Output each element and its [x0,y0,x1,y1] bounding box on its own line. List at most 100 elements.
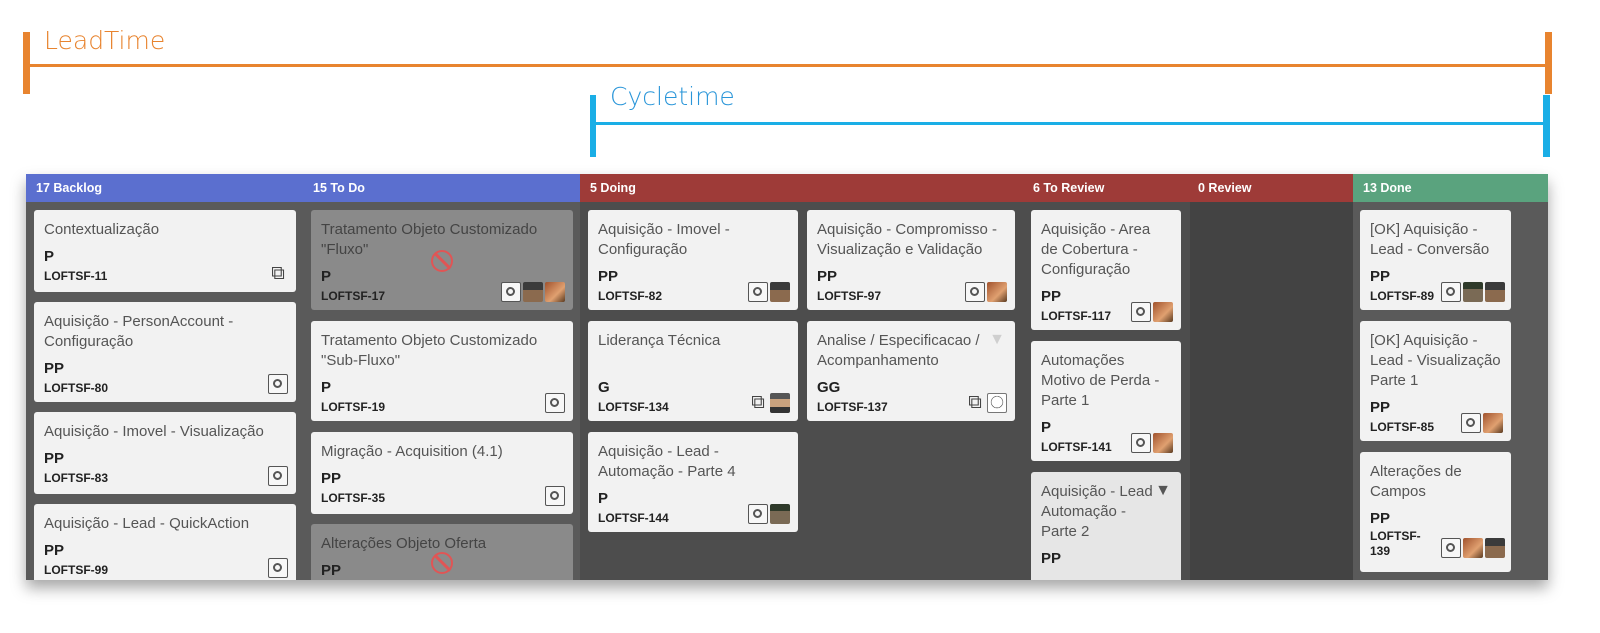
card-loftsf-144[interactable]: Aquisição - Lead - Automação - Parte 4 P… [588,432,798,532]
sync-icon[interactable]: ⧉ [268,264,288,284]
gear-icon[interactable] [1441,538,1461,558]
card-lead-automacao-parte-2[interactable]: Aquisição - Lead Automação - Parte 2 ▼ P… [1031,472,1181,580]
card-title: Aquisição - Imovel - Visualização [44,423,264,440]
card-id: LOFTSF-83 [44,471,109,485]
card-loftsf-83[interactable]: Aquisição - Imovel - Visualização PP LOF… [34,412,296,494]
card-size: P [44,248,55,265]
card-title: Alterações Objeto Oferta [321,535,487,552]
gear-icon[interactable] [268,374,288,394]
leadtime-start-marker [23,32,30,94]
card-loftsf-82[interactable]: Aquisição - Imovel - Configuração PP LOF… [588,210,798,310]
card-size: PP [598,268,619,285]
gear-icon[interactable] [501,282,521,302]
avatar-icon[interactable] [1485,538,1505,558]
column-header-todo[interactable]: 15 To Do [313,174,365,202]
avatar-icon[interactable] [770,282,790,302]
card-title: Aquisição - Compromisso - Visualização e… [817,221,998,258]
card-id: LOFTSF-17 [321,289,386,303]
avatar-icon[interactable] [1153,302,1173,322]
column-header-review[interactable]: 0 Review [1198,174,1252,202]
card-id: LOFTSF-141 [1041,440,1112,454]
avatar-icon[interactable] [1483,413,1503,433]
leadtime-label: LeadTime [44,26,166,55]
sync-icon[interactable]: ⧉ [965,393,985,413]
leadtime-span-line [26,64,1550,67]
avatar-icon[interactable] [770,393,790,413]
card-title: Aquisição - Area de Cobertura - Configur… [1041,221,1151,278]
card-id: LOFTSF-134 [598,400,669,414]
filter-icon[interactable]: ▼ [989,331,1005,349]
card-loftsf-85[interactable]: [OK] Aquisição - Lead - Visualização Par… [1360,321,1511,441]
card-id: LOFTSF-117 [1041,309,1112,323]
avatar-icon[interactable] [987,393,1007,413]
gear-icon[interactable] [1131,433,1151,453]
card-loftsf-134[interactable]: Liderança Técnica G LOFTSF-134 ⧉ [588,321,798,421]
card-loftsf-11[interactable]: Contextualização P LOFTSF-11 ⧉ [34,210,296,292]
avatar-icon[interactable] [523,282,543,302]
cycletime-start-marker [590,95,596,157]
card-id: LOFTSF-97 [817,289,882,303]
card-loftsf-97[interactable]: Aquisição - Compromisso - Visualização e… [807,210,1015,310]
avatar-icon[interactable] [545,282,565,302]
avatar-icon[interactable] [987,282,1007,302]
cycletime-end-marker [1543,95,1550,157]
card-size: PP [817,268,838,285]
card-title: Migração - Acquisition (4.1) [321,443,503,460]
avatar-icon[interactable] [1485,282,1505,302]
card-loftsf-89[interactable]: [OK] Aquisição - Lead - Conversão PP LOF… [1360,210,1511,310]
card-loftsf-139[interactable]: Alterações de Campos PP LOFTSF- 139 [1360,452,1511,572]
column-bg-review [1190,202,1353,580]
card-id: LOFTSF-137 [817,400,888,414]
card-id: LOFTSF- 139 [1370,529,1421,558]
card-id: LOFTSF-85 [1370,420,1435,434]
gear-icon[interactable] [545,393,565,413]
gear-icon[interactable] [748,282,768,302]
card-size: G [598,379,610,396]
column-header-backlog[interactable]: 17 Backlog [36,174,102,202]
gear-icon[interactable] [1131,302,1151,322]
gear-icon[interactable] [268,558,288,578]
avatar-icon[interactable] [1463,538,1483,558]
filter-icon[interactable]: ▼ [1155,482,1171,500]
card-id: LOFTSF-89 [1370,289,1435,303]
avatar-icon[interactable] [770,504,790,524]
card-id: LOFTSF-99 [44,563,109,577]
card-id: LOFTSF-144 [598,511,669,525]
card-size: PP [44,360,65,377]
card-loftsf-35[interactable]: Migração - Acquisition (4.1) PP LOFTSF-3… [311,432,573,514]
card-loftsf-80[interactable]: Aquisição - PersonAccount - Configuração… [34,302,296,402]
sync-icon[interactable]: ⧉ [748,393,768,413]
card-size: PP [321,470,342,487]
gear-icon[interactable] [545,486,565,506]
column-header-to-review[interactable]: 6 To Review [1033,174,1104,202]
gear-icon[interactable] [965,282,985,302]
card-id: LOFTSF-35 [321,491,386,505]
card-size: PP [1041,288,1062,305]
gear-icon[interactable] [268,466,288,486]
avatar-icon[interactable] [1463,282,1483,302]
card-title: Automações Motivo de Perda - Parte 1 [1041,352,1160,409]
gear-icon[interactable] [1461,413,1481,433]
column-header-done[interactable]: 13 Done [1363,174,1412,202]
card-title: Contextualização [44,221,160,238]
column-header-doing[interactable]: 5 Doing [590,174,636,202]
header-group-done: 13 Done [1353,174,1548,202]
avatar-icon[interactable] [1153,433,1173,453]
card-size: P [321,268,332,285]
card-loftsf-17[interactable]: Tratamento Objeto Customizado "Fluxo" P … [311,210,573,310]
card-loftsf-141[interactable]: Automações Motivo de Perda - Parte 1 P L… [1031,341,1181,461]
card-alteracoes-objeto-oferta[interactable]: Alterações Objeto Oferta PP [311,524,573,580]
gear-icon[interactable] [748,504,768,524]
card-title: Tratamento Objeto Customizado "Sub-Fluxo… [321,332,538,369]
card-size: P [1041,419,1052,436]
card-loftsf-19[interactable]: Tratamento Objeto Customizado "Sub-Fluxo… [311,321,573,421]
card-size: PP [321,562,342,579]
card-size: PP [1370,510,1391,527]
card-loftsf-137[interactable]: Analise / Especificacao / Acompanhamento… [807,321,1015,421]
card-loftsf-117[interactable]: Aquisição - Area de Cobertura - Configur… [1031,210,1181,330]
card-loftsf-99[interactable]: Aquisição - Lead - QuickAction PP LOFTSF… [34,504,296,580]
card-title: Aquisição - Lead Automação - Parte 2 [1041,483,1153,540]
card-title: Alterações de Campos [1370,463,1462,500]
gear-icon[interactable] [1441,282,1461,302]
header-group-progress: 5 Doing 6 To Review 0 Review [580,174,1353,202]
